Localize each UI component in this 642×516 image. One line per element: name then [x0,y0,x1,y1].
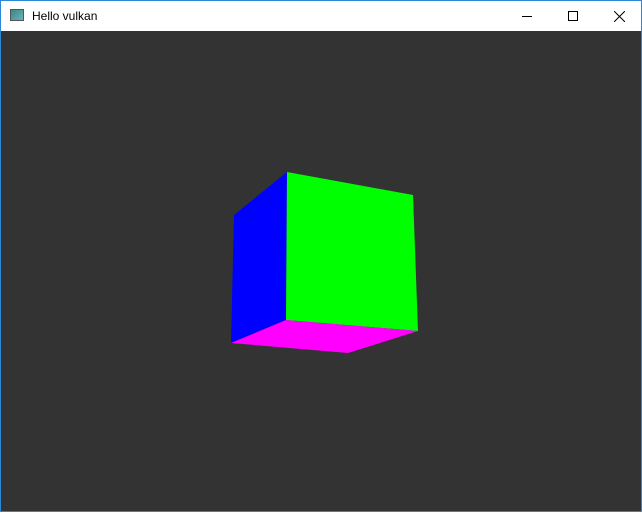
minimize-button[interactable] [504,1,550,31]
close-icon [613,10,625,22]
title-bar[interactable]: Hello vulkan [1,1,641,31]
render-viewport[interactable] [1,31,641,511]
cube-face-front [286,172,418,331]
close-button[interactable] [596,1,642,31]
maximize-icon [568,11,578,21]
cube-scene [231,172,418,353]
cube-face-left [231,172,287,343]
minimize-icon [522,16,532,17]
maximize-button[interactable] [550,1,596,31]
window-title: Hello vulkan [32,9,98,23]
app-window-icon [10,9,24,21]
app-window: Hello vulkan [0,0,642,512]
